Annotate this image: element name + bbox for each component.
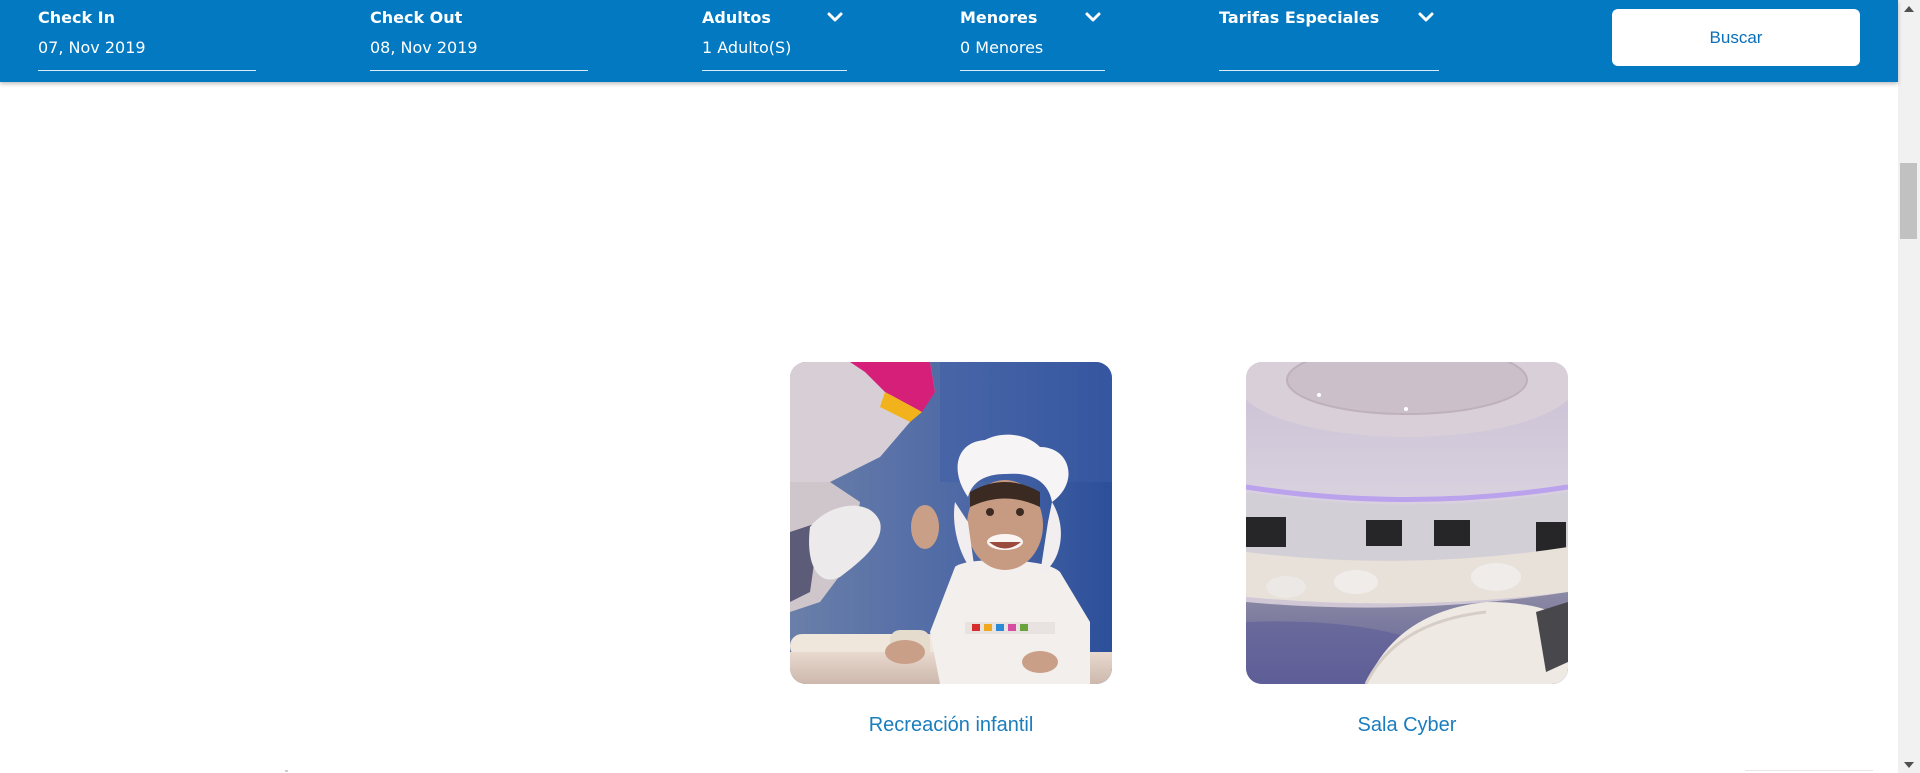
special-rates-underline <box>1219 70 1439 71</box>
card-kids-recreation[interactable]: Recreación infantil <box>790 362 1112 736</box>
chevron-down-icon[interactable] <box>1417 8 1435 26</box>
divider <box>1745 770 1873 771</box>
check-in-underline <box>38 70 256 71</box>
special-rates-select[interactable]: Tarifas Especiales <box>1219 0 1439 82</box>
minors-select[interactable]: Menores 0 Menores <box>960 0 1105 82</box>
adults-select[interactable]: Adultos 1 Adulto(S) <box>702 0 847 82</box>
minors-value[interactable]: 0 Menores <box>960 38 1043 57</box>
special-rates-label: Tarifas Especiales <box>1219 8 1380 27</box>
cyber-room-photo[interactable] <box>1246 362 1568 684</box>
page-scrollbar[interactable] <box>1898 0 1920 773</box>
minors-underline <box>960 70 1105 71</box>
booking-bar: Check In 07, Nov 2019 Check Out 08, Nov … <box>0 0 1898 82</box>
card-label-kids-recreation[interactable]: Recreación infantil <box>790 714 1112 737</box>
minors-label: Menores <box>960 8 1038 27</box>
card-cyber-room[interactable]: Sala Cyber <box>1246 362 1568 736</box>
arrow-down-icon <box>1904 761 1914 768</box>
scroll-down-button[interactable] <box>1898 756 1920 773</box>
check-out-label: Check Out <box>370 8 463 27</box>
check-out-value[interactable]: 08, Nov 2019 <box>370 38 478 57</box>
scroll-up-button[interactable] <box>1898 0 1920 17</box>
adults-label: Adultos <box>702 8 771 27</box>
check-in-value[interactable]: 07, Nov 2019 <box>38 38 146 57</box>
scrollbar-thumb[interactable] <box>1900 163 1917 239</box>
check-in-label: Check In <box>38 8 116 27</box>
chevron-down-icon[interactable] <box>1084 8 1102 26</box>
kids-baking-photo[interactable] <box>790 362 1112 684</box>
chevron-down-icon[interactable] <box>826 8 844 26</box>
adults-value[interactable]: 1 Adulto(S) <box>702 38 791 57</box>
divider <box>285 770 288 772</box>
search-button[interactable]: Buscar <box>1612 9 1860 66</box>
check-out-field[interactable]: Check Out 08, Nov 2019 <box>370 0 588 82</box>
arrow-up-icon <box>1904 5 1914 12</box>
check-in-field[interactable]: Check In 07, Nov 2019 <box>38 0 256 82</box>
card-label-cyber-room[interactable]: Sala Cyber <box>1246 714 1568 737</box>
adults-underline <box>702 70 847 71</box>
check-out-underline <box>370 70 588 71</box>
